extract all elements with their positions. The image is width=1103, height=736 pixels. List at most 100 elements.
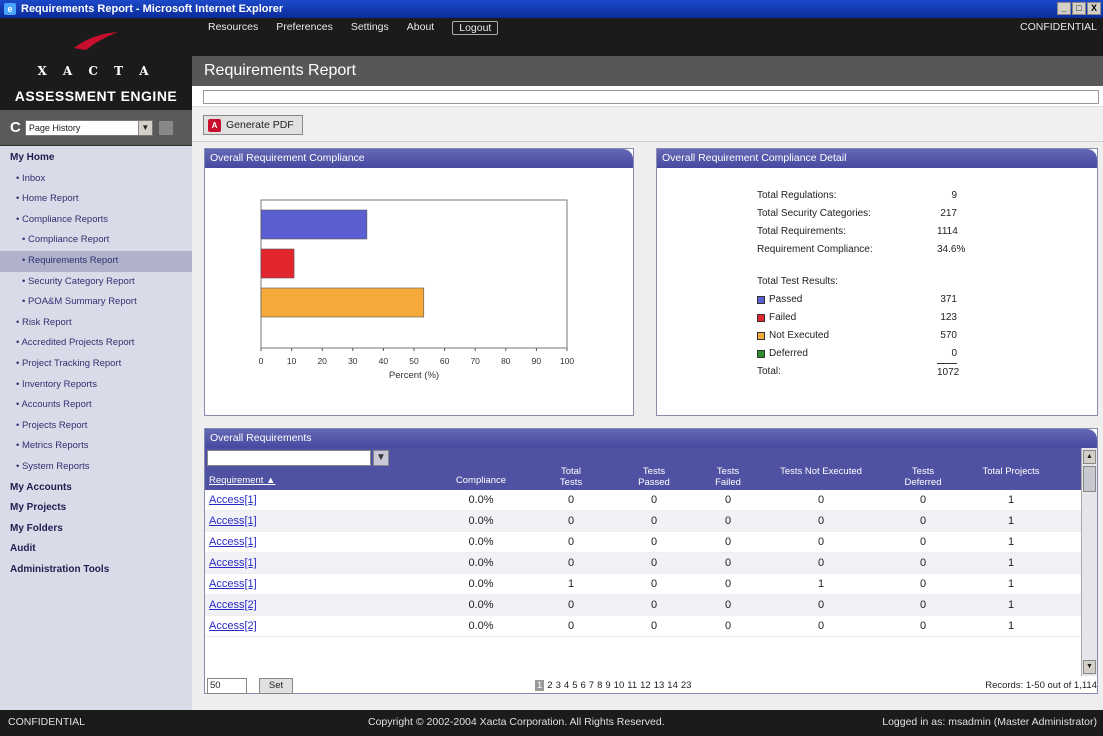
nav-preferences[interactable]: Preferences <box>276 21 333 35</box>
page-link[interactable]: 2 <box>547 680 552 691</box>
x-tick-label: 70 <box>470 356 480 366</box>
result-row: Not Executed 570 <box>757 327 957 345</box>
page-link[interactable]: 23 <box>681 680 692 691</box>
sidebar-item[interactable]: • POA&M Summary Report <box>0 292 192 313</box>
confidential-label: CONFIDENTIAL <box>1019 21 1097 33</box>
sidebar-item[interactable]: Administration Tools <box>0 560 192 581</box>
filter-icon[interactable]: ▼ <box>373 450 389 466</box>
generate-pdf-button[interactable]: A Generate PDF <box>203 115 303 135</box>
stat-value: 9 <box>951 190 957 201</box>
set-button[interactable]: Set <box>259 678 293 694</box>
page-history-value: Page History <box>28 122 81 133</box>
page-history-select[interactable]: Page History ▼ <box>24 119 153 136</box>
footer-logged-in: Logged in as: msadmin (Master Administra… <box>882 716 1097 728</box>
requirement-filter-input[interactable] <box>207 450 371 466</box>
sidebar-item[interactable]: Audit <box>0 539 192 560</box>
page-link[interactable]: 13 <box>654 680 665 691</box>
page-link[interactable]: 6 <box>580 680 585 691</box>
cell-compliance: 0.0% <box>468 494 494 506</box>
sidebar-item[interactable]: My Folders <box>0 519 192 540</box>
page-link[interactable]: 7 <box>589 680 594 691</box>
sidebar-item[interactable]: My Projects <box>0 498 192 519</box>
footer-confidential: CONFIDENTIAL <box>8 716 86 728</box>
result-row: Failed 123 <box>757 309 957 327</box>
sidebar-item[interactable]: • Inbox <box>0 169 192 190</box>
cell-compliance: 0.0% <box>468 536 494 548</box>
scroll-down-icon[interactable]: ▼ <box>1083 660 1096 674</box>
table-row[interactable]: Access[2] 0.0% 0 0 0 0 0 1 <box>205 595 1081 616</box>
page-link[interactable]: 10 <box>614 680 625 691</box>
sidebar-item[interactable]: • Risk Report <box>0 313 192 334</box>
go-icon[interactable] <box>158 120 173 135</box>
table-row[interactable]: Access[1] 0.0% 0 0 0 0 0 1 <box>205 490 1081 511</box>
stat-row: Total Security Categories: 217 <box>757 205 957 223</box>
scroll-up-icon[interactable]: ▲ <box>1083 450 1096 464</box>
total-row: Total: 1072 <box>757 363 959 381</box>
table-row[interactable]: Access[1] 0.0% 0 0 0 0 0 1 <box>205 511 1081 532</box>
page-link[interactable]: 14 <box>667 680 678 691</box>
logo-product: ASSESSMENT ENGINE <box>14 88 178 104</box>
page-link[interactable]: 5 <box>572 680 577 691</box>
logout-button[interactable]: Logout <box>452 21 499 35</box>
column-requirement[interactable]: Requirement ▲ <box>209 475 369 486</box>
scroll-thumb[interactable] <box>1083 466 1096 492</box>
page-link[interactable]: 8 <box>597 680 602 691</box>
sidebar-item[interactable]: • Requirements Report <box>0 250 192 272</box>
table-pager: 50 Set 1 2 3 4 5 6 7 8 9 10 11 12 13 14 23 Records: 1-… <box>205 676 1099 695</box>
footer-copyright: Copyright © 2002-2004 Xacta Corporation.… <box>368 716 665 728</box>
page-link[interactable]: 3 <box>556 680 561 691</box>
column-total-projects[interactable]: Total Projects <box>981 466 1041 477</box>
maximize-button[interactable]: □ <box>1072 2 1086 15</box>
sidebar-item[interactable]: • System Reports <box>0 457 192 478</box>
logo-swoosh-icon <box>74 32 118 50</box>
column-tests-not-executed[interactable]: Tests Not Executed <box>775 466 867 477</box>
sidebar-item[interactable]: My Accounts <box>0 478 192 499</box>
table-row[interactable]: Access[1] 0.0% 0 0 0 0 0 1 <box>205 553 1081 574</box>
page-link[interactable]: 4 <box>564 680 569 691</box>
column-total-tests[interactable]: Total Tests <box>549 466 593 488</box>
requirement-link[interactable]: Access[1] <box>209 557 359 569</box>
nav-resources[interactable]: Resources <box>208 21 258 35</box>
page-link[interactable]: 1 <box>535 680 545 691</box>
table-scrollbar[interactable]: ▲ ▼ <box>1081 448 1097 676</box>
sidebar-item[interactable]: My Home <box>0 148 192 169</box>
sidebar-item[interactable]: • Home Report <box>0 189 192 210</box>
bar-passed <box>260 209 368 240</box>
page-link[interactable]: 12 <box>640 680 651 691</box>
requirement-link[interactable]: Access[1] <box>209 578 359 590</box>
requirement-link[interactable]: Access[2] <box>209 599 359 611</box>
minimize-button[interactable]: _ <box>1057 2 1071 15</box>
sidebar-item[interactable]: • Project Tracking Report <box>0 354 192 375</box>
sidebar-item[interactable]: • Accredited Projects Report <box>0 333 192 354</box>
column-tests-passed[interactable]: Tests Passed <box>629 466 679 488</box>
sidebar-item[interactable]: • Metrics Reports <box>0 436 192 457</box>
page-link[interactable]: 11 <box>627 680 637 691</box>
column-tests-failed[interactable]: Tests Failed <box>703 466 753 488</box>
ie-icon: e <box>4 3 16 15</box>
sidebar-nav: My Home • Inbox • Home Report • Compliance … <box>0 146 192 580</box>
sidebar-item[interactable]: • Security Category Report <box>0 272 192 293</box>
column-compliance[interactable]: Compliance <box>441 475 521 486</box>
records-per-page-input[interactable]: 50 <box>207 678 247 694</box>
requirement-link[interactable]: Access[1] <box>209 515 359 527</box>
requirement-link[interactable]: Access[2] <box>209 620 359 632</box>
sidebar-item[interactable]: • Compliance Reports <box>0 210 192 231</box>
table-row[interactable]: Access[1] 0.0% 1 0 0 1 0 1 <box>205 574 1081 595</box>
requirement-link[interactable]: Access[1] <box>209 494 359 506</box>
sidebar-item[interactable]: • Projects Report <box>0 416 192 437</box>
requirement-link[interactable]: Access[1] <box>209 536 359 548</box>
close-button[interactable]: X <box>1087 2 1101 15</box>
nav-about[interactable]: About <box>407 21 434 35</box>
sidebar-item[interactable]: • Compliance Report <box>0 230 192 251</box>
table-row[interactable]: Access[2] 0.0% 0 0 0 0 0 1 <box>205 616 1081 637</box>
column-tests-deferred[interactable]: Tests Deferred <box>895 466 951 488</box>
sidebar-item[interactable]: • Inventory Reports <box>0 375 192 396</box>
sidebar-item[interactable]: • Accounts Report <box>0 395 192 416</box>
page-link[interactable]: 9 <box>605 680 610 691</box>
stat-label: Total Regulations: <box>757 190 837 201</box>
cell-tests-not-executed: 0 <box>817 536 825 548</box>
cell-compliance: 0.0% <box>468 578 494 590</box>
chevron-down-icon[interactable]: ▼ <box>137 120 152 135</box>
nav-settings[interactable]: Settings <box>351 21 389 35</box>
table-row[interactable]: Access[1] 0.0% 0 0 0 0 0 1 <box>205 532 1081 553</box>
